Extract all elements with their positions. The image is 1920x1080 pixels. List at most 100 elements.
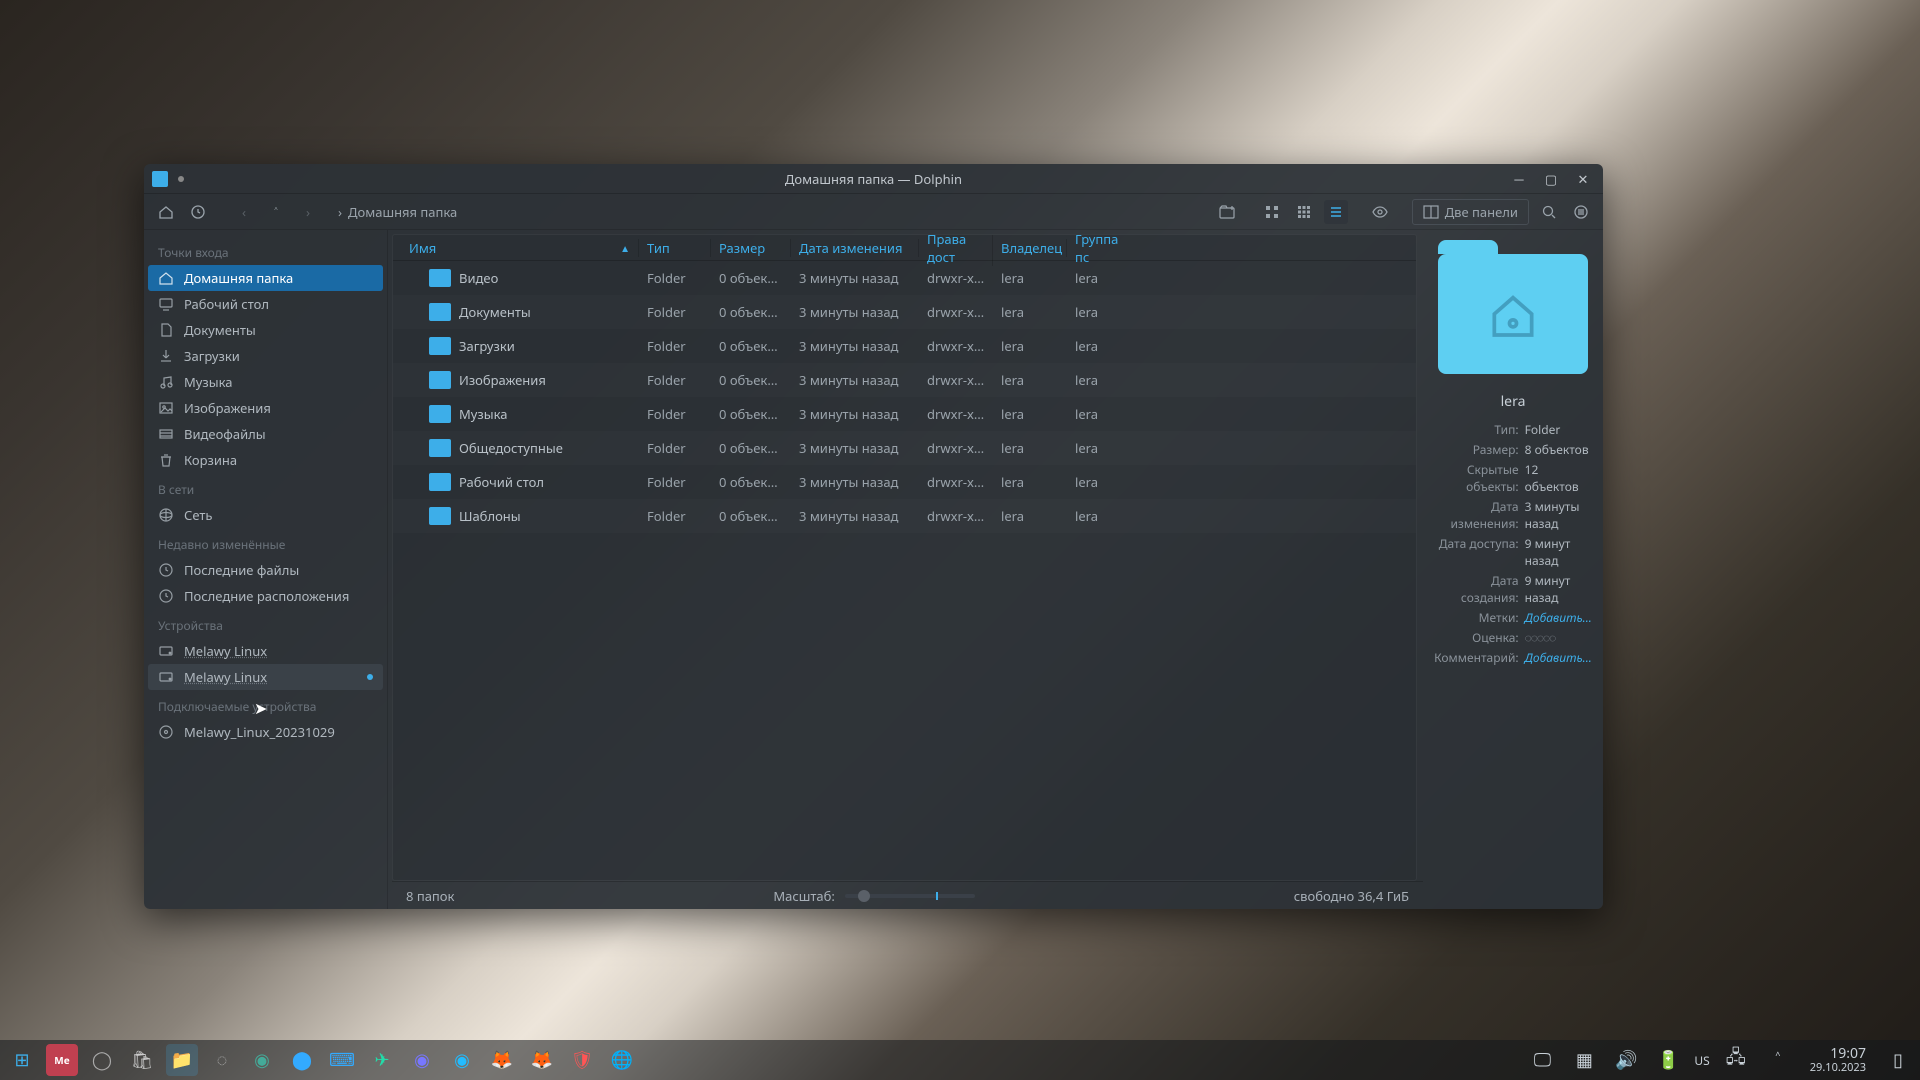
app5-icon[interactable]: ⬤ (286, 1044, 318, 1076)
firefox-dev-icon[interactable]: 🦊 (486, 1044, 518, 1076)
tray-chevron-icon[interactable]: ˄ (1762, 1044, 1794, 1076)
split-view-button[interactable]: Две панели (1412, 199, 1529, 225)
table-row[interactable]: ВидеоFolder0 объектов3 минуты назадdrwxr… (393, 261, 1416, 295)
tray-lang[interactable]: US (1694, 1052, 1709, 1069)
table-row[interactable]: ИзображенияFolder0 объектов3 минуты наза… (393, 363, 1416, 397)
info-key: Оценка: (1433, 629, 1519, 646)
info-key: Дата доступа: (1433, 535, 1519, 569)
split-icon (1423, 205, 1439, 219)
firefox-icon[interactable]: 🦊 (526, 1044, 558, 1076)
table-row[interactable]: ОбщедоступныеFolder0 объектов3 минуты на… (393, 431, 1416, 465)
brave-icon[interactable]: 🛡 (566, 1044, 598, 1076)
sidebar-item[interactable]: Рабочий стол (148, 291, 383, 317)
info-value[interactable]: Добавить... (1525, 609, 1593, 626)
sidebar-item[interactable]: Документы (148, 317, 383, 343)
sidebar-item-label: Документы (184, 321, 256, 339)
search-button[interactable] (1537, 200, 1561, 224)
tray-battery-icon[interactable]: 🔋 (1652, 1044, 1684, 1076)
konsole-icon[interactable]: ◌ (206, 1044, 238, 1076)
info-grid: Тип:FolderРазмер:8 объектовСкрытые объек… (1433, 421, 1593, 666)
preview-toggle-button[interactable] (1368, 200, 1392, 224)
forward-button[interactable]: › (296, 200, 320, 224)
table-row[interactable]: Рабочий столFolder0 объектов3 минуты наз… (393, 465, 1416, 499)
statusbar: 8 папок Масштаб: свободно 36,4 ГиБ (392, 881, 1423, 909)
dolphin-task-icon[interactable]: 📁 (166, 1044, 198, 1076)
info-key: Дата изменения: (1433, 498, 1519, 532)
discord-icon[interactable]: ◉ (406, 1044, 438, 1076)
tray-grid-icon[interactable]: ▦ (1568, 1044, 1600, 1076)
tray-network-icon[interactable]: 🖧 (1720, 1044, 1752, 1076)
start-button[interactable]: ⊞ (6, 1044, 38, 1076)
info-key: Метки: (1433, 609, 1519, 626)
sidebar-section-header: Недавно изменённые (148, 528, 383, 557)
tray-monitor-icon[interactable]: 🖵 (1526, 1044, 1558, 1076)
zoom-slider[interactable] (845, 894, 975, 898)
sidebar-item[interactable]: Корзина (148, 447, 383, 473)
up-button[interactable]: ˄ (264, 200, 288, 224)
column-size[interactable]: Размер (711, 239, 791, 257)
split-label: Две панели (1445, 203, 1518, 221)
sidebar-section-header: Подключаемые устройства (148, 690, 383, 719)
sidebar-item[interactable]: Загрузки (148, 343, 383, 369)
tray-clock[interactable]: 19:07 29.10.2023 (1810, 1046, 1866, 1075)
sidebar-item[interactable]: Melawy Linux (148, 664, 383, 690)
sidebar-item[interactable]: Последние расположения (148, 583, 383, 609)
sidebar-item[interactable]: Видеофайлы (148, 421, 383, 447)
table-row[interactable]: МузыкаFolder0 объектов3 минуты назадdrwx… (393, 397, 1416, 431)
new-folder-button[interactable] (1216, 200, 1240, 224)
sidebar-item[interactable]: Сеть (148, 502, 383, 528)
info-value[interactable]: Добавить... (1525, 649, 1593, 666)
info-value: 9 минут назад (1525, 535, 1593, 569)
column-name[interactable]: Имя▲ (393, 239, 639, 257)
column-own[interactable]: Владелец (993, 239, 1067, 257)
circle-app-icon[interactable]: ◯ (86, 1044, 118, 1076)
view-icons-button[interactable] (1260, 200, 1284, 224)
down-icon (158, 348, 174, 364)
maximize-button[interactable]: ▢ (1539, 167, 1563, 191)
clock-button[interactable] (186, 200, 210, 224)
store-icon[interactable]: 🛍 (126, 1044, 158, 1076)
app9-icon[interactable]: ◉ (446, 1044, 478, 1076)
titlebar[interactable]: Домашняя папка — Dolphin ─ ▢ ✕ (144, 164, 1603, 194)
sidebar-item-label: Melawy Linux (184, 668, 267, 686)
sidebar-item-label: Загрузки (184, 347, 240, 365)
view-details-button[interactable] (1324, 200, 1348, 224)
chrome-icon[interactable]: 🌐 (606, 1044, 638, 1076)
info-value: Folder (1525, 421, 1593, 438)
minimize-button[interactable]: ─ (1507, 167, 1531, 191)
back-button[interactable]: ‹ (232, 200, 256, 224)
melawy-icon[interactable]: Me (46, 1044, 78, 1076)
menu-button[interactable] (1569, 200, 1593, 224)
rating-stars[interactable]: ◌◌◌◌◌ (1525, 629, 1556, 646)
folder-icon (429, 371, 451, 389)
disc-icon (158, 724, 174, 740)
sidebar-item[interactable]: Музыка (148, 369, 383, 395)
home-button[interactable] (154, 200, 178, 224)
sidebar-item-label: Видеофайлы (184, 425, 266, 443)
sidebar-item[interactable]: Последние файлы (148, 557, 383, 583)
table-row[interactable]: ДокументыFolder0 объектов3 минуты назадd… (393, 295, 1416, 329)
sidebar-item[interactable]: Изображения (148, 395, 383, 421)
window-title: Домашняя папка — Dolphin (144, 170, 1603, 188)
sidebar-item[interactable]: Melawy_Linux_20231029 (148, 719, 383, 745)
view-compact-button[interactable] (1292, 200, 1316, 224)
table-row[interactable]: ШаблоныFolder0 объектов3 минуты назадdrw… (393, 499, 1416, 533)
item-count: 8 папок (406, 887, 454, 905)
vscode-icon[interactable]: ⌨ (326, 1044, 358, 1076)
close-button[interactable]: ✕ (1571, 167, 1595, 191)
info-key: Размер: (1433, 441, 1519, 458)
column-mod[interactable]: Дата изменения (791, 239, 919, 257)
telegram-icon[interactable]: ✈ (366, 1044, 398, 1076)
table-row[interactable]: ЗагрузкиFolder0 объектов3 минуты назадdr… (393, 329, 1416, 363)
sidebar-item[interactable]: Melawy Linux (148, 638, 383, 664)
column-type[interactable]: Тип (639, 239, 711, 257)
app-icon (152, 171, 168, 187)
breadcrumb[interactable]: › Домашняя папка (338, 203, 457, 221)
sidebar-item[interactable]: Домашняя папка (148, 265, 383, 291)
tray-peek-icon[interactable]: ▯ (1882, 1044, 1914, 1076)
app4-icon[interactable]: ◉ (246, 1044, 278, 1076)
clock-icon (158, 562, 174, 578)
places-sidebar[interactable]: Точки входаДомашняя папкаРабочий столДок… (144, 230, 388, 909)
tray-volume-icon[interactable]: 🔊 (1610, 1044, 1642, 1076)
taskbar[interactable]: ⊞ Me ◯ 🛍 📁 ◌ ◉ ⬤ ⌨ ✈ ◉ ◉ 🦊 🦊 🛡 🌐 🖵 ▦ 🔊 🔋… (0, 1040, 1920, 1080)
